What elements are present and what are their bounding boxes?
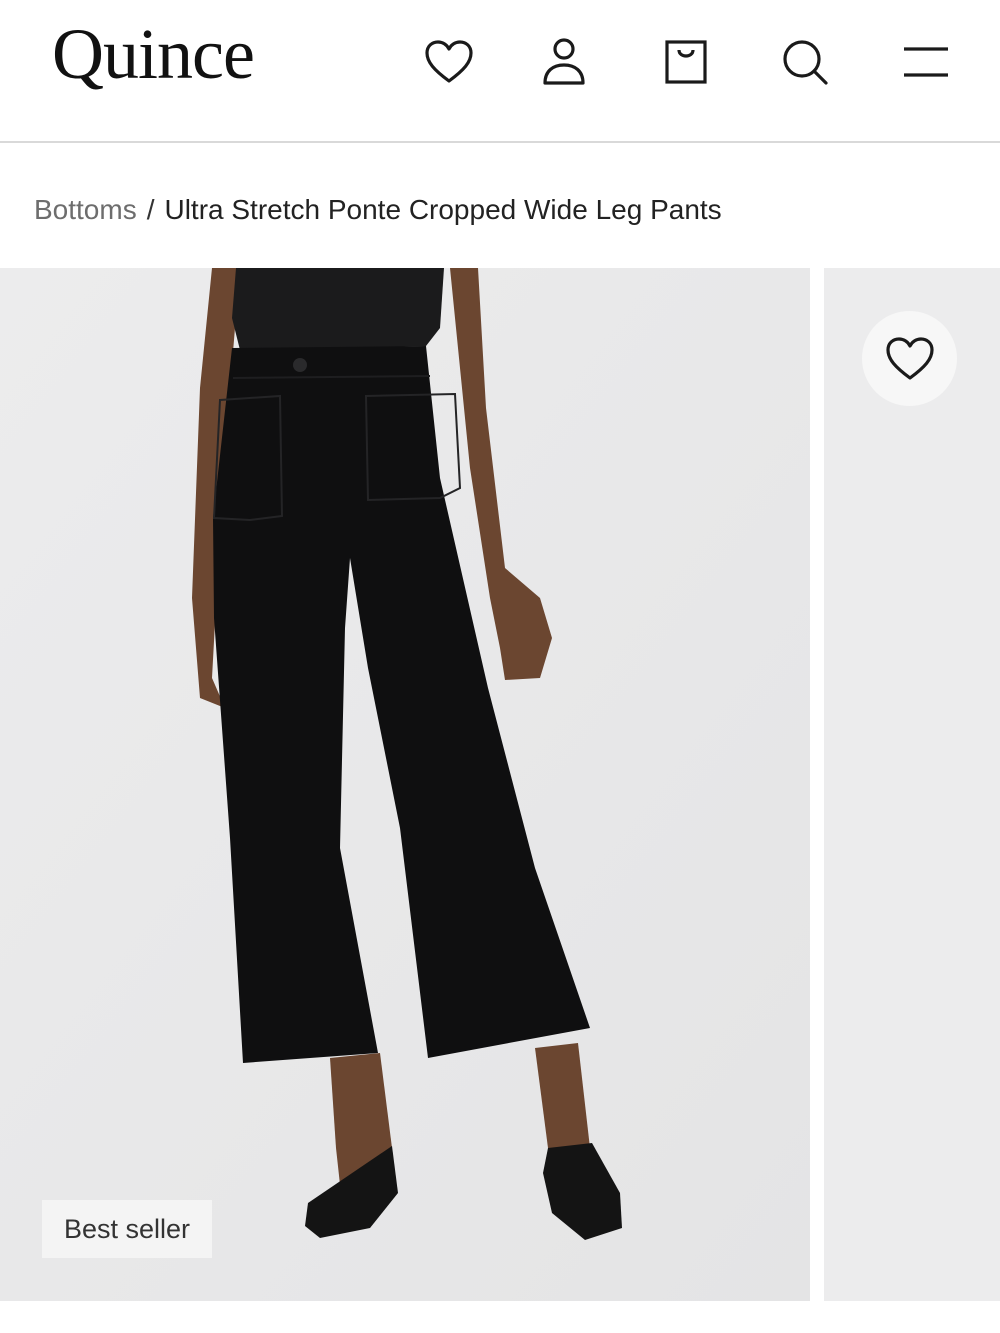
heart-icon <box>885 336 934 380</box>
product-image-gallery[interactable] <box>0 268 1000 1301</box>
best-seller-badge: Best seller <box>42 1200 213 1258</box>
product-photo-illustration <box>0 268 810 1301</box>
search-icon[interactable] <box>779 36 831 88</box>
breadcrumb-current-page: Ultra Stretch Ponte Cropped Wide Leg Pan… <box>164 194 722 225</box>
product-image-main[interactable] <box>0 268 810 1301</box>
site-header: Quince <box>0 0 1000 143</box>
account-user-icon[interactable] <box>538 36 590 88</box>
wishlist-heart-icon[interactable] <box>423 36 475 88</box>
breadcrumb-separator: / <box>146 194 155 225</box>
add-to-favorites-button[interactable] <box>862 311 957 406</box>
breadcrumb: Bottoms / Ultra Stretch Ponte Cropped Wide… <box>34 192 722 228</box>
shopping-bag-icon[interactable] <box>660 36 712 88</box>
product-image-next[interactable] <box>824 268 1000 1301</box>
menu-icon[interactable] <box>900 36 952 88</box>
breadcrumb-link-bottoms[interactable]: Bottoms <box>34 194 137 225</box>
quince-logo[interactable]: Quince <box>52 18 255 90</box>
